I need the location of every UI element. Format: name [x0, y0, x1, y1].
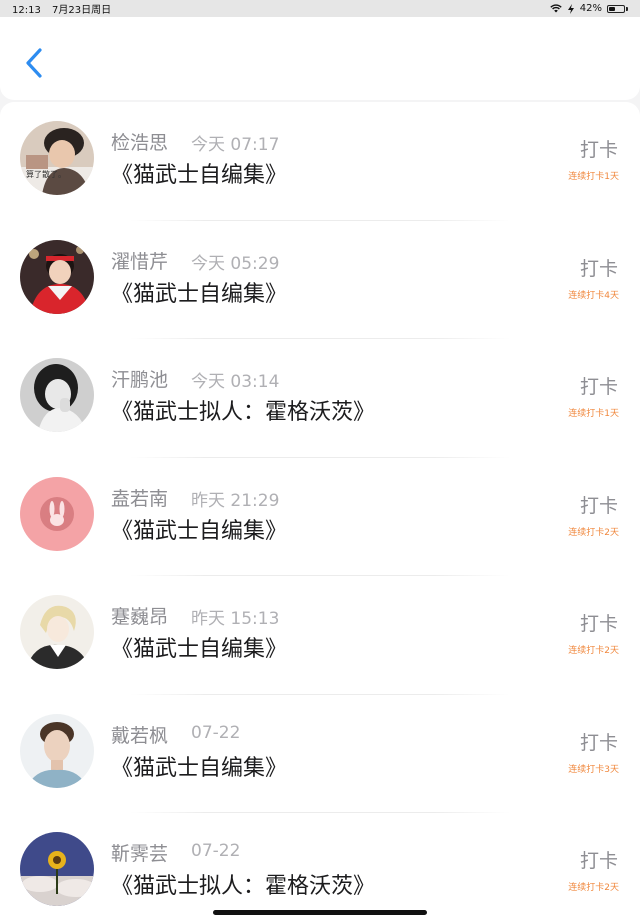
- book-title[interactable]: 《猫武士自编集》: [111, 631, 287, 663]
- streak-label: 连续打卡4天: [568, 290, 619, 301]
- wifi-icon: [550, 4, 562, 13]
- user-name: 汗鹏池: [111, 369, 169, 391]
- post-time: 昨天 21:29: [191, 490, 280, 511]
- list-item[interactable]: 戴若枫 07-22 《猫武士自编集》 打卡 连续打卡3天: [0, 695, 640, 813]
- checkin-button[interactable]: 打卡: [580, 254, 618, 281]
- streak-label: 连续打卡1天: [568, 172, 619, 182]
- list-item[interactable]: 靳霁芸 07-22 《猫武士拟人：霍格沃茨》 打卡 连续打卡2天: [0, 813, 640, 921]
- avatar-caption: 算了散了。: [26, 169, 66, 179]
- user-name: 戴若枫: [111, 724, 169, 747]
- checkin-button[interactable]: 打卡: [580, 846, 618, 873]
- chevron-left-icon: [26, 48, 42, 78]
- avatar[interactable]: [20, 713, 94, 788]
- home-indicator: [213, 910, 427, 915]
- streak-label: 连续打卡3天: [568, 764, 619, 775]
- status-right: 42%: [550, 3, 628, 14]
- user-name: 检浩思: [111, 132, 169, 154]
- user-name: 蹇巍昂: [111, 606, 169, 628]
- user-name: 靳霁芸: [111, 843, 169, 865]
- book-title[interactable]: 《猫武士自编集》: [111, 276, 287, 308]
- book-title[interactable]: 《猫武士自编集》: [111, 157, 287, 189]
- battery-percent: 42%: [579, 3, 602, 14]
- post-time: 今天 07:17: [191, 135, 280, 155]
- avatar[interactable]: [20, 832, 94, 906]
- checkin-button[interactable]: 打卡: [580, 728, 618, 755]
- avatar[interactable]: [20, 595, 94, 669]
- list-item[interactable]: 盍若南 昨天 21:29 《猫武士自编集》 打卡 连续打卡2天: [0, 458, 640, 576]
- checkin-button[interactable]: 打卡: [580, 135, 618, 162]
- status-left: 12:13 7月23日周日: [12, 1, 119, 16]
- nav-bar: [0, 17, 640, 100]
- checkin-button[interactable]: 打卡: [580, 609, 618, 636]
- streak-label: 连续打卡2天: [568, 883, 619, 893]
- status-date: 7月23日周日: [52, 5, 112, 16]
- post-time: 今天 03:14: [191, 372, 280, 392]
- status-time: 12:13: [12, 5, 41, 16]
- streak-label: 连续打卡2天: [568, 527, 619, 538]
- avatar[interactable]: [20, 358, 94, 432]
- avatar[interactable]: [20, 239, 94, 314]
- status-bar: 12:13 7月23日周日 42%: [0, 0, 640, 17]
- avatar[interactable]: [20, 476, 94, 551]
- list-item[interactable]: 汗鹏池 今天 03:14 《猫武士拟人：霍格沃茨》 打卡 连续打卡1天: [0, 339, 640, 458]
- book-title[interactable]: 《猫武士自编集》: [111, 750, 287, 782]
- user-name: 濯惜芹: [111, 250, 169, 273]
- book-title[interactable]: 《猫武士拟人：霍格沃茨》: [111, 868, 375, 900]
- streak-label: 连续打卡1天: [568, 409, 619, 419]
- back-button[interactable]: [20, 45, 50, 85]
- streak-label: 连续打卡2天: [568, 646, 619, 656]
- book-title[interactable]: 《猫武士拟人：霍格沃茨》: [111, 394, 375, 426]
- checkin-button[interactable]: 打卡: [580, 491, 618, 518]
- post-time: 昨天 15:13: [191, 609, 280, 629]
- checkin-list: 算了散了。 检浩思 今天 07:17 《猫武士自编集》 打卡 连续打卡1天 濯惜…: [0, 102, 640, 921]
- charging-icon: [567, 3, 574, 14]
- post-time: 07-22: [191, 841, 241, 861]
- battery-icon: [607, 4, 628, 13]
- avatar[interactable]: 算了散了。: [20, 121, 94, 195]
- list-item[interactable]: 濯惜芹 今天 05:29 《猫武士自编集》 打卡 连续打卡4天: [0, 221, 640, 339]
- post-time: 今天 05:29: [191, 253, 280, 274]
- list-item[interactable]: 蹇巍昂 昨天 15:13 《猫武士自编集》 打卡 连续打卡2天: [0, 576, 640, 695]
- user-name: 盍若南: [111, 487, 169, 510]
- list-item[interactable]: 算了散了。 检浩思 今天 07:17 《猫武士自编集》 打卡 连续打卡1天: [0, 102, 640, 221]
- book-title[interactable]: 《猫武士自编集》: [111, 513, 287, 545]
- checkin-button[interactable]: 打卡: [580, 372, 618, 399]
- post-time: 07-22: [191, 722, 241, 743]
